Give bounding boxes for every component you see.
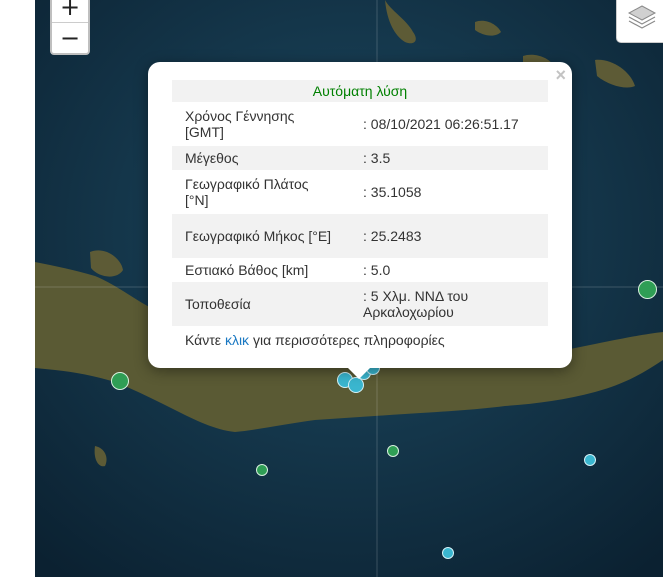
earthquake-details-table: Αυτόματη λύση Χρόνος Γέννησης [GMT] : 08…	[172, 80, 548, 326]
more-info-prefix: Κάντε	[185, 332, 222, 348]
earthquake-marker[interactable]	[387, 445, 399, 457]
earthquake-marker[interactable]	[584, 454, 596, 466]
earthquake-marker[interactable]	[256, 464, 268, 476]
row-label: Χρόνος Γέννησης [GMT]	[185, 108, 295, 140]
popup-header-row: Αυτόματη λύση	[172, 80, 548, 102]
earthquake-marker[interactable]	[638, 280, 657, 299]
row-label: Γεωγραφικό Πλάτος [°N]	[185, 176, 309, 208]
row-label: Μέγεθος	[185, 150, 239, 166]
row-value: : 35.1058	[363, 184, 422, 200]
earthquake-marker[interactable]	[442, 547, 454, 559]
layers-control-button[interactable]	[616, 0, 663, 43]
table-row: Γεωγραφικό Πλάτος [°N] : 35.1058	[172, 170, 548, 214]
table-row: Τοποθεσία : 5 Χλμ. ΝΝΔ του Αρκαλοχωρίου	[172, 282, 548, 326]
row-value: : 5.0	[363, 262, 391, 278]
more-info-suffix: για περισσότερες πληροφορίες	[252, 332, 445, 348]
row-value: : 3.5	[363, 150, 391, 166]
zoom-in-button[interactable]: +	[52, 0, 88, 23]
zoom-out-button[interactable]: −	[52, 23, 88, 53]
solution-type: Αυτόματη λύση	[312, 83, 408, 99]
table-row: Εστιακό Βάθος [km] : 5.0	[172, 258, 548, 282]
table-row: Χρόνος Γέννησης [GMT] : 08/10/2021 06:26…	[172, 102, 548, 146]
layers-icon	[627, 5, 657, 29]
row-label: Τοποθεσία	[185, 296, 251, 312]
earthquake-marker[interactable]	[111, 372, 129, 390]
row-label: Γεωγραφικό Μήκος [°E]	[185, 228, 332, 244]
row-value: : 25.2483	[363, 228, 422, 244]
row-value: : 5 Χλμ. ΝΝΔ του Αρκαλοχωρίου	[363, 288, 469, 320]
popup-tip	[347, 367, 371, 379]
more-info-line: Κάντε κλικ για περισσότερες πληροφορίες	[185, 332, 445, 348]
more-info-link[interactable]: κλικ	[225, 332, 249, 348]
popup-close-button[interactable]: ×	[555, 66, 566, 84]
table-row: Μέγεθος : 3.5	[172, 146, 548, 170]
row-label: Εστιακό Βάθος [km]	[185, 262, 309, 278]
zoom-control: + −	[50, 0, 90, 55]
earthquake-info-popup: × Αυτόματη λύση Χρόνος Γέννησης [GMT] : …	[148, 62, 572, 368]
row-value: : 08/10/2021 06:26:51.17	[363, 116, 519, 132]
table-row: Γεωγραφικό Μήκος [°E] : 25.2483	[172, 214, 548, 258]
